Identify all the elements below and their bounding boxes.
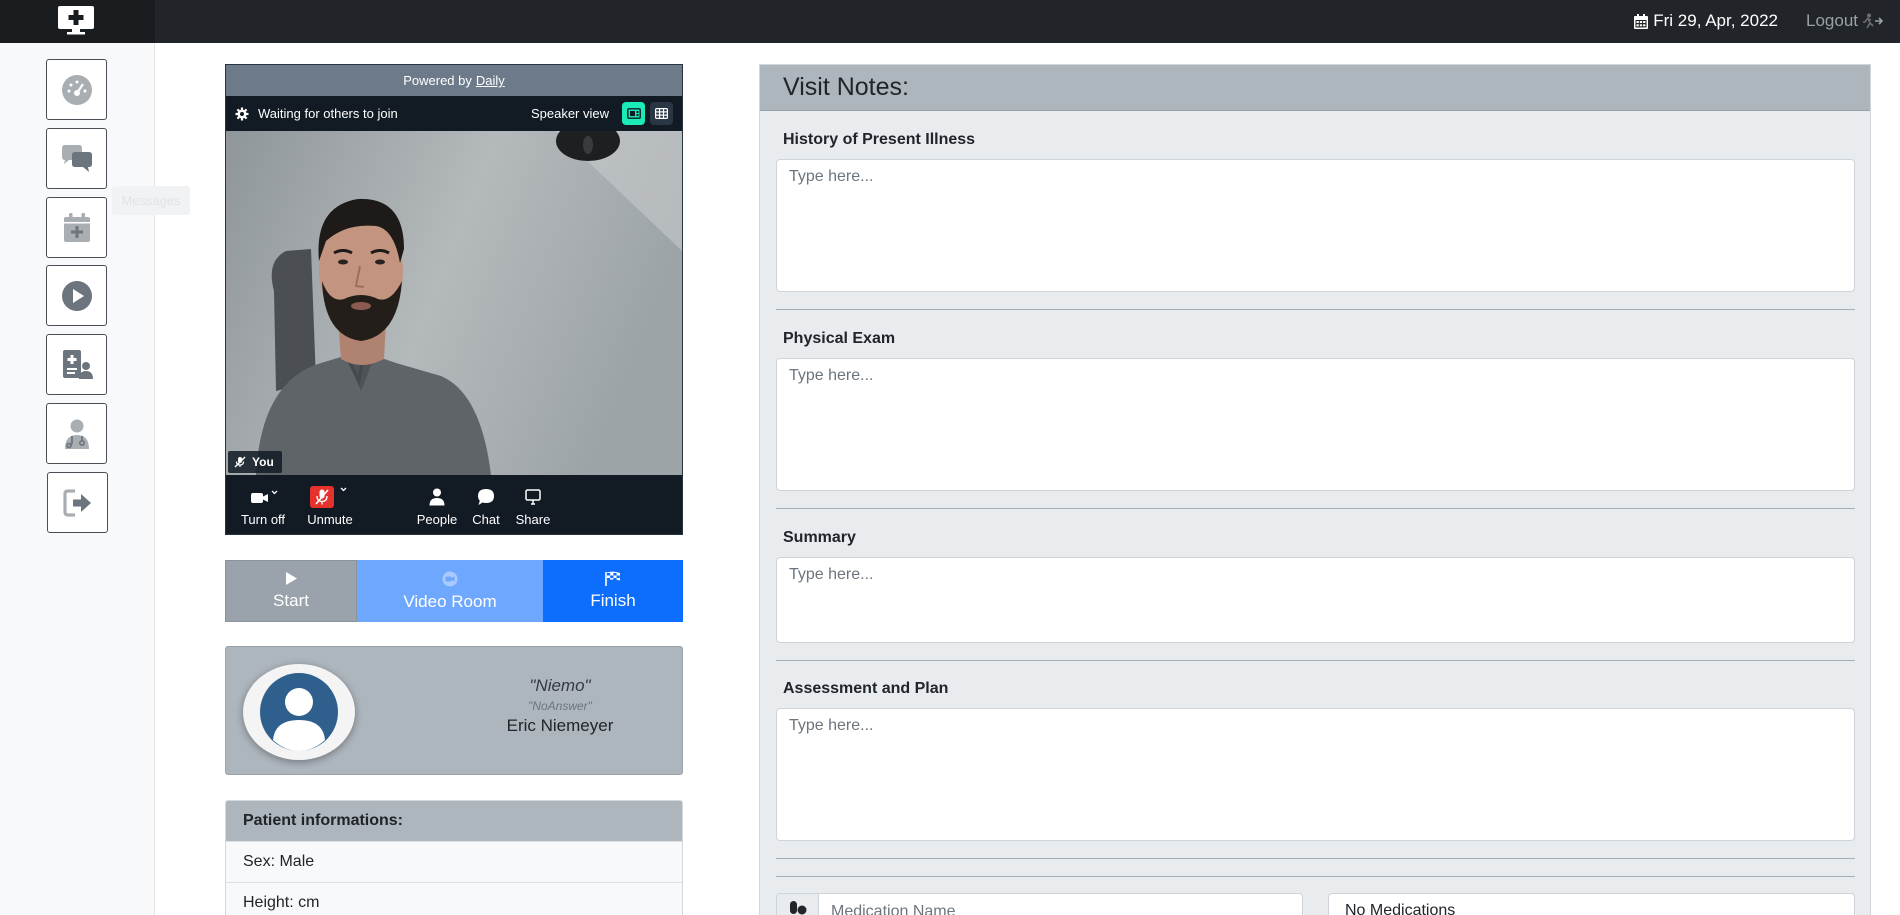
summary-label: Summary: [783, 529, 856, 546]
brand[interactable]: [0, 0, 155, 43]
play-icon: [286, 572, 297, 585]
start-button[interactable]: Start: [225, 560, 357, 622]
assessment-plan-textarea[interactable]: [776, 708, 1855, 841]
gear-icon[interactable]: [235, 107, 249, 121]
daily-link[interactable]: Daily: [476, 73, 505, 88]
people-label: People: [416, 511, 458, 527]
speaker-layout-icon: [626, 108, 641, 119]
grid-layout-icon: [655, 108, 668, 119]
patient-card: "Niemo" "NoAnswer" Eric Niemeyer: [225, 646, 683, 775]
share-label: Share: [515, 511, 551, 527]
running-exit-icon: [1863, 13, 1884, 29]
patient-sex: Sex: Male: [226, 841, 682, 882]
mic-off-icon: [310, 485, 347, 508]
powered-by-text: Powered by: [403, 73, 472, 88]
video-camera-icon: [251, 490, 278, 503]
start-label: Start: [273, 591, 309, 610]
divider: [776, 876, 1855, 877]
screen-share-icon: [525, 488, 541, 505]
sidebar-item-visits[interactable]: [46, 265, 107, 326]
chat-bubble-icon: [478, 488, 494, 505]
date-text: Fri 29, Apr, 2022: [1653, 11, 1778, 30]
sidebar-item-messages[interactable]: [46, 128, 107, 189]
chat-button[interactable]: Chat: [464, 478, 508, 535]
video-controls: Turn off Unmute People Chat Share: [226, 478, 682, 535]
sidebar: Messages: [0, 43, 190, 915]
patient-answer: "NoAnswer": [528, 699, 592, 713]
people-button[interactable]: People: [410, 478, 464, 535]
chat-bubbles-icon: [61, 144, 92, 172]
logout-link[interactable]: Logout: [1806, 11, 1884, 31]
logout-label: Logout: [1806, 11, 1858, 30]
top-navbar: Fri 29, Apr, 2022 Logout: [0, 0, 1900, 43]
sidebar-item-dashboard[interactable]: [46, 59, 107, 120]
summary-textarea[interactable]: [776, 557, 1855, 643]
visit-notes-panel: Visit Notes: History of Present Illness …: [759, 64, 1871, 915]
patient-height: Height: cm: [226, 882, 682, 915]
monitor-medical-icon: [58, 6, 94, 35]
local-video-tile: You: [226, 131, 682, 475]
avatar: [243, 664, 355, 760]
physical-exam-textarea[interactable]: [776, 358, 1855, 491]
patient-nickname: "Niemo": [529, 676, 591, 695]
participant-video-feed: [226, 131, 682, 475]
pills-icon: [777, 894, 819, 915]
patient-names: "Niemo" "NoAnswer" Eric Niemeyer: [460, 676, 660, 736]
finish-button[interactable]: Finish: [543, 560, 683, 622]
sidebar-tooltip: Messages: [112, 186, 190, 215]
physical-exam-label: Physical Exam: [783, 330, 896, 347]
chat-label: Chat: [472, 511, 500, 527]
speaker-view-label: Speaker view: [530, 106, 609, 121]
patient-info-title: Patient informations:: [226, 801, 682, 841]
medication-input-group: [776, 893, 1303, 915]
video-circle-icon: [442, 571, 458, 586]
patient-full-name: Eric Niemeyer: [506, 716, 614, 735]
self-label-text: You: [252, 455, 274, 469]
person-icon: [429, 488, 445, 505]
sidebar-item-doctor[interactable]: [46, 403, 107, 464]
sidebar-item-logout[interactable]: [47, 472, 108, 533]
mic-toggle-label: Unmute: [307, 511, 353, 527]
sidebar-item-patients[interactable]: [46, 334, 107, 395]
camera-toggle-button[interactable]: Turn off: [226, 478, 300, 535]
sign-out-icon: [62, 488, 91, 517]
gauge-icon: [61, 74, 92, 105]
doctor-icon: [64, 419, 89, 449]
video-top-bar: Waiting for others to join Speaker view: [226, 96, 682, 131]
calendar-icon: [1634, 13, 1649, 29]
finish-label: Finish: [590, 591, 636, 610]
medication-name-input[interactable]: [819, 894, 1302, 915]
current-date: Fri 29, Apr, 2022: [1634, 11, 1778, 31]
session-button-group: Start Video Room Finish: [225, 560, 683, 622]
powered-by-bar: Powered by Daily: [226, 65, 682, 96]
user-avatar-icon: [260, 673, 338, 751]
divider: [776, 508, 1855, 509]
video-call-panel: Powered by Daily Waiting for others to j…: [225, 64, 683, 535]
hpi-textarea[interactable]: [776, 159, 1855, 292]
video-room-label: Video Room: [403, 591, 497, 611]
mic-toggle-button[interactable]: Unmute: [300, 478, 360, 535]
patient-info-panel: Patient informations: Sex: Male Height: …: [225, 800, 683, 915]
divider: [776, 660, 1855, 661]
sidebar-item-appointments[interactable]: [46, 197, 107, 258]
speaker-view-button[interactable]: [622, 102, 645, 125]
hpi-label: History of Present Illness: [783, 131, 976, 148]
waiting-status: Waiting for others to join: [258, 106, 398, 121]
camera-toggle-label: Turn off: [240, 511, 286, 527]
video-room-button[interactable]: Video Room: [357, 560, 543, 622]
play-circle-icon: [61, 280, 92, 311]
assessment-plan-label: Assessment and Plan: [783, 680, 949, 697]
self-label: You: [228, 451, 282, 473]
mic-muted-icon: [234, 456, 246, 468]
grid-view-button[interactable]: [650, 102, 673, 125]
checkered-flag-icon: [605, 571, 620, 586]
medications-list: No Medications: [1328, 893, 1855, 915]
visit-notes-title: Visit Notes:: [760, 65, 1870, 111]
divider: [776, 309, 1855, 310]
patient-file-icon: [62, 349, 93, 379]
calendar-plus-icon: [63, 212, 90, 242]
divider: [776, 858, 1855, 859]
share-button[interactable]: Share: [508, 478, 558, 535]
